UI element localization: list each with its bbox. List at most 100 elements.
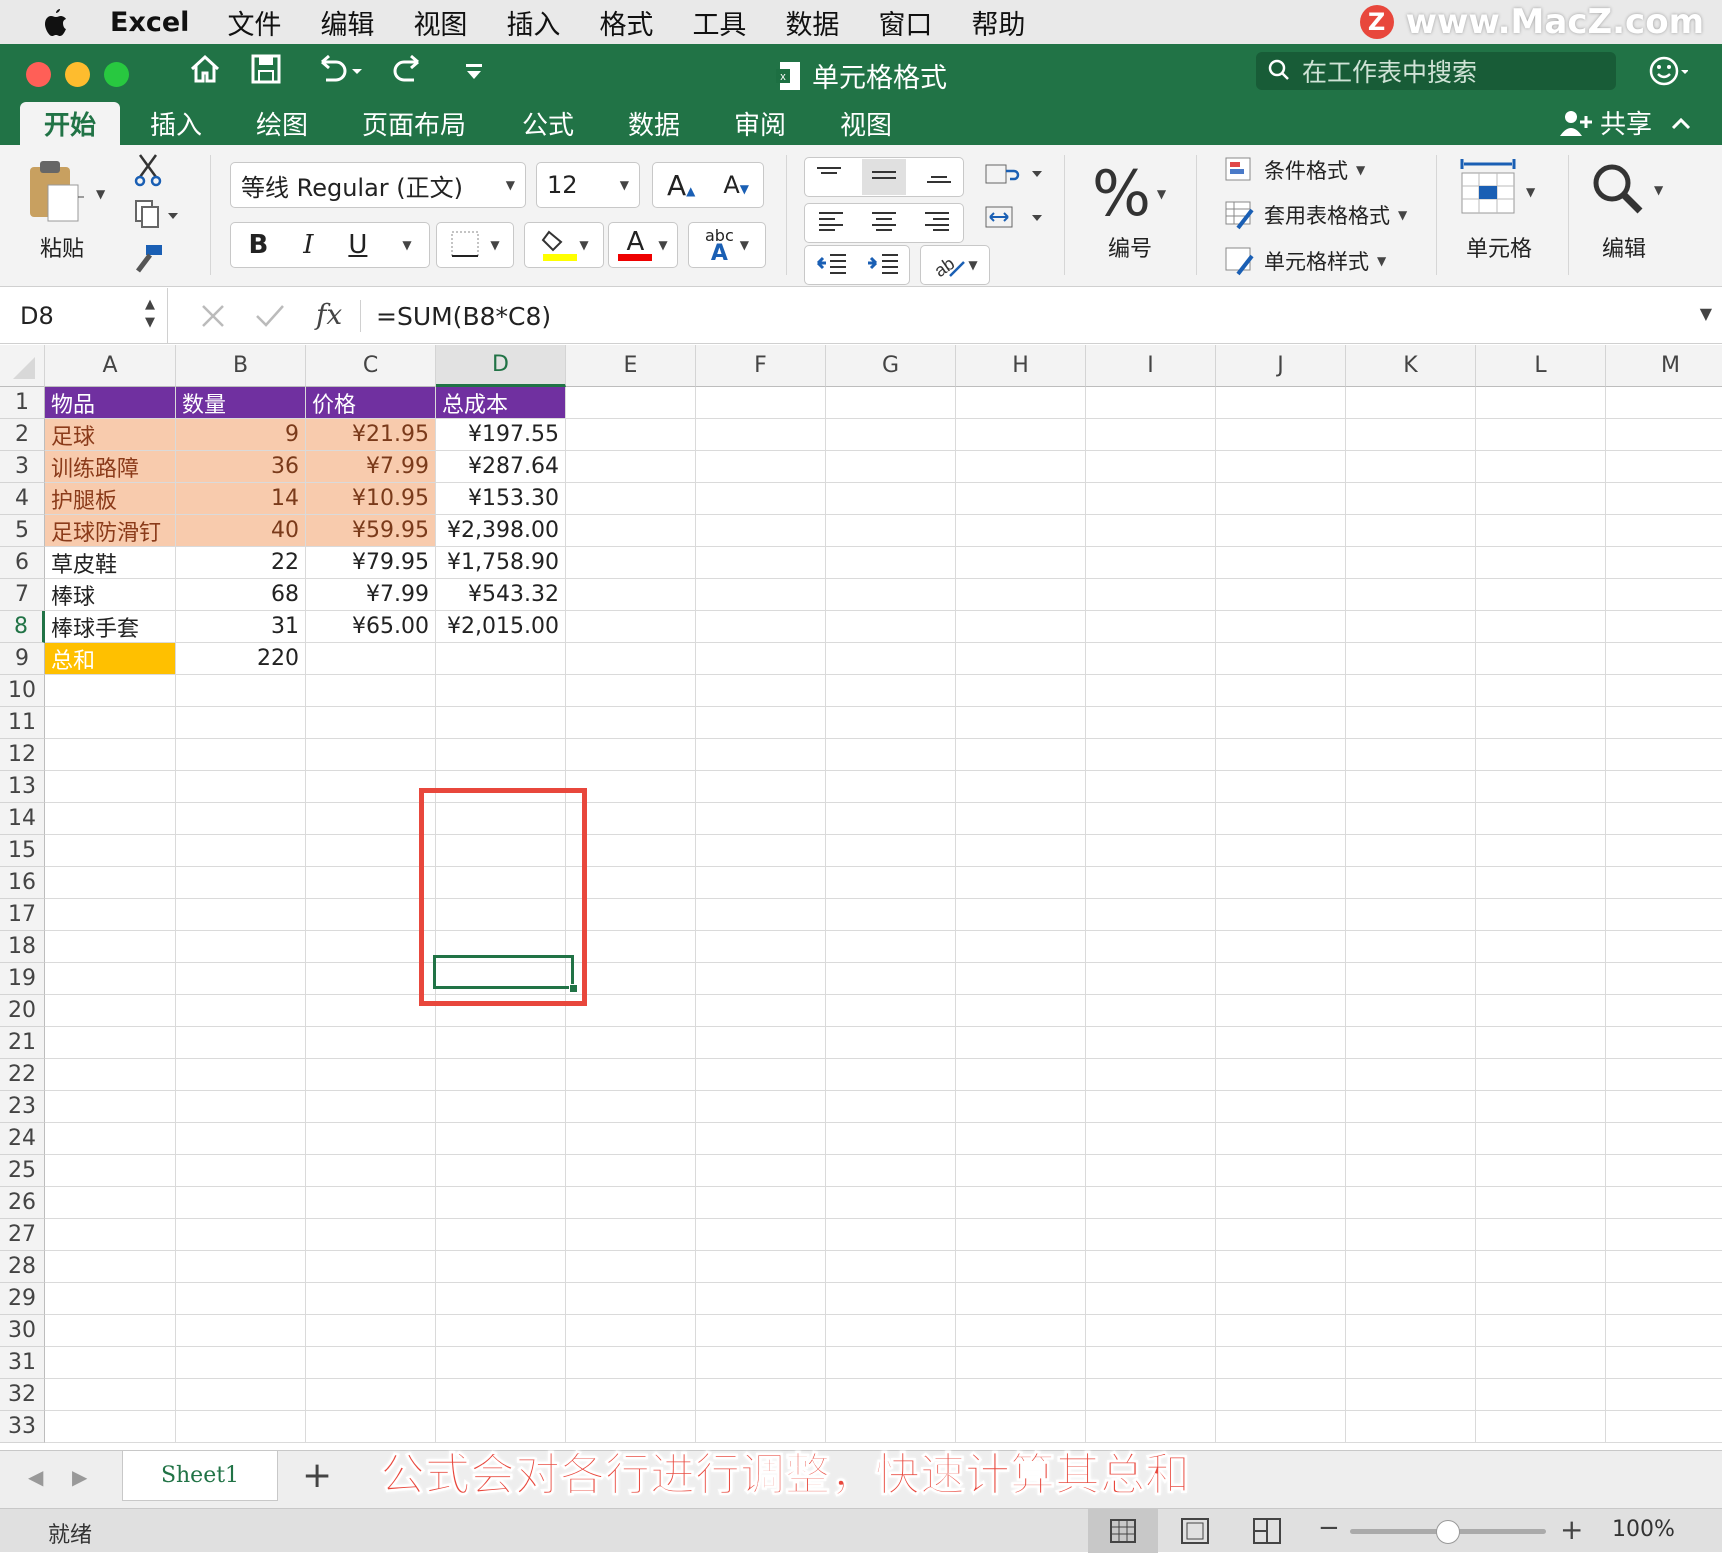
cell-m16[interactable]	[1606, 867, 1722, 899]
cell-b17[interactable]	[176, 899, 306, 931]
cell-d17[interactable]	[436, 899, 566, 931]
cell-a1[interactable]: 物品	[45, 387, 176, 419]
cell-f24[interactable]	[696, 1123, 826, 1155]
page-break-view-button[interactable]	[1252, 1517, 1282, 1549]
cell-c27[interactable]	[306, 1219, 436, 1251]
menu-tools[interactable]: 工具	[692, 3, 746, 42]
cell-e5[interactable]	[566, 515, 696, 547]
collapse-ribbon-icon[interactable]	[1670, 115, 1692, 131]
cell-e7[interactable]	[566, 579, 696, 611]
cell-k33[interactable]	[1346, 1411, 1476, 1443]
cell-e16[interactable]	[566, 867, 696, 899]
cell-a19[interactable]	[45, 963, 176, 995]
cell-j30[interactable]	[1216, 1315, 1346, 1347]
row-header-4[interactable]: 4	[0, 483, 45, 515]
row-header-5[interactable]: 5	[0, 515, 45, 547]
cell-l16[interactable]	[1476, 867, 1606, 899]
cell-i27[interactable]	[1086, 1219, 1216, 1251]
cell-k4[interactable]	[1346, 483, 1476, 515]
row-header-6[interactable]: 6	[0, 547, 45, 579]
cell-c28[interactable]	[306, 1251, 436, 1283]
menu-format[interactable]: 格式	[599, 3, 653, 42]
cell-i19[interactable]	[1086, 963, 1216, 995]
cell-k26[interactable]	[1346, 1187, 1476, 1219]
underline-dropdown-icon[interactable]: ▼	[402, 238, 411, 252]
row-header-33[interactable]: 33	[0, 1411, 45, 1443]
cell-f28[interactable]	[696, 1251, 826, 1283]
sheet-tab-sheet1[interactable]: Sheet1	[122, 1451, 278, 1501]
cell-j15[interactable]	[1216, 835, 1346, 867]
menu-help[interactable]: 帮助	[971, 3, 1025, 42]
cell-j1[interactable]	[1216, 387, 1346, 419]
cell-m21[interactable]	[1606, 1027, 1722, 1059]
cell-h4[interactable]	[956, 483, 1086, 515]
zoom-level[interactable]: 100%	[1612, 1517, 1675, 1542]
cell-k11[interactable]	[1346, 707, 1476, 739]
cell-a16[interactable]	[45, 867, 176, 899]
cell-g32[interactable]	[826, 1379, 956, 1411]
app-name-menu[interactable]: Excel	[110, 7, 189, 38]
paste-dropdown-icon[interactable]: ▼	[96, 187, 105, 201]
column-header-l[interactable]: L	[1476, 345, 1606, 387]
cell-h22[interactable]	[956, 1059, 1086, 1091]
increase-font-size-button[interactable]: A▲	[667, 169, 695, 202]
cell-c15[interactable]	[306, 835, 436, 867]
cell-f30[interactable]	[696, 1315, 826, 1347]
cell-l29[interactable]	[1476, 1283, 1606, 1315]
cell-c17[interactable]	[306, 899, 436, 931]
cell-g11[interactable]	[826, 707, 956, 739]
cell-c21[interactable]	[306, 1027, 436, 1059]
row-header-16[interactable]: 16	[0, 867, 45, 899]
font-size-select[interactable]: 12 ▼	[536, 162, 640, 208]
cell-b30[interactable]	[176, 1315, 306, 1347]
cell-c30[interactable]	[306, 1315, 436, 1347]
cell-a31[interactable]	[45, 1347, 176, 1379]
cell-d3[interactable]: ¥287.64	[436, 451, 566, 483]
cell-j9[interactable]	[1216, 643, 1346, 675]
cell-k20[interactable]	[1346, 995, 1476, 1027]
cell-i9[interactable]	[1086, 643, 1216, 675]
cell-b32[interactable]	[176, 1379, 306, 1411]
cell-m28[interactable]	[1606, 1251, 1722, 1283]
cell-i22[interactable]	[1086, 1059, 1216, 1091]
increase-indent-icon[interactable]	[866, 251, 900, 279]
cell-g29[interactable]	[826, 1283, 956, 1315]
cell-l31[interactable]	[1476, 1347, 1606, 1379]
row-header-22[interactable]: 22	[0, 1059, 45, 1091]
align-center-icon[interactable]	[870, 210, 898, 236]
cell-j32[interactable]	[1216, 1379, 1346, 1411]
cell-f31[interactable]	[696, 1347, 826, 1379]
cell-h9[interactable]	[956, 643, 1086, 675]
cell-m29[interactable]	[1606, 1283, 1722, 1315]
cell-g24[interactable]	[826, 1123, 956, 1155]
home-icon[interactable]	[188, 52, 222, 90]
cell-k21[interactable]	[1346, 1027, 1476, 1059]
cell-h19[interactable]	[956, 963, 1086, 995]
cell-f19[interactable]	[696, 963, 826, 995]
cell-i2[interactable]	[1086, 419, 1216, 451]
cell-b31[interactable]	[176, 1347, 306, 1379]
cell-k9[interactable]	[1346, 643, 1476, 675]
cell-i26[interactable]	[1086, 1187, 1216, 1219]
cell-m14[interactable]	[1606, 803, 1722, 835]
row-header-17[interactable]: 17	[0, 899, 45, 931]
cell-m13[interactable]	[1606, 771, 1722, 803]
cell-h7[interactable]	[956, 579, 1086, 611]
cell-a3[interactable]: 训练路障	[45, 451, 176, 483]
zoom-out-button[interactable]: −	[1318, 1513, 1340, 1543]
row-header-25[interactable]: 25	[0, 1155, 45, 1187]
cell-d26[interactable]	[436, 1187, 566, 1219]
cell-i29[interactable]	[1086, 1283, 1216, 1315]
cell-i17[interactable]	[1086, 899, 1216, 931]
cell-f26[interactable]	[696, 1187, 826, 1219]
cell-c2[interactable]: ¥21.95	[306, 419, 436, 451]
cell-b29[interactable]	[176, 1283, 306, 1315]
cell-a13[interactable]	[45, 771, 176, 803]
cell-d25[interactable]	[436, 1155, 566, 1187]
cell-d16[interactable]	[436, 867, 566, 899]
cell-b15[interactable]	[176, 835, 306, 867]
cell-a6[interactable]: 草皮鞋	[45, 547, 176, 579]
cell-f2[interactable]	[696, 419, 826, 451]
cell-c7[interactable]: ¥7.99	[306, 579, 436, 611]
cell-l23[interactable]	[1476, 1091, 1606, 1123]
